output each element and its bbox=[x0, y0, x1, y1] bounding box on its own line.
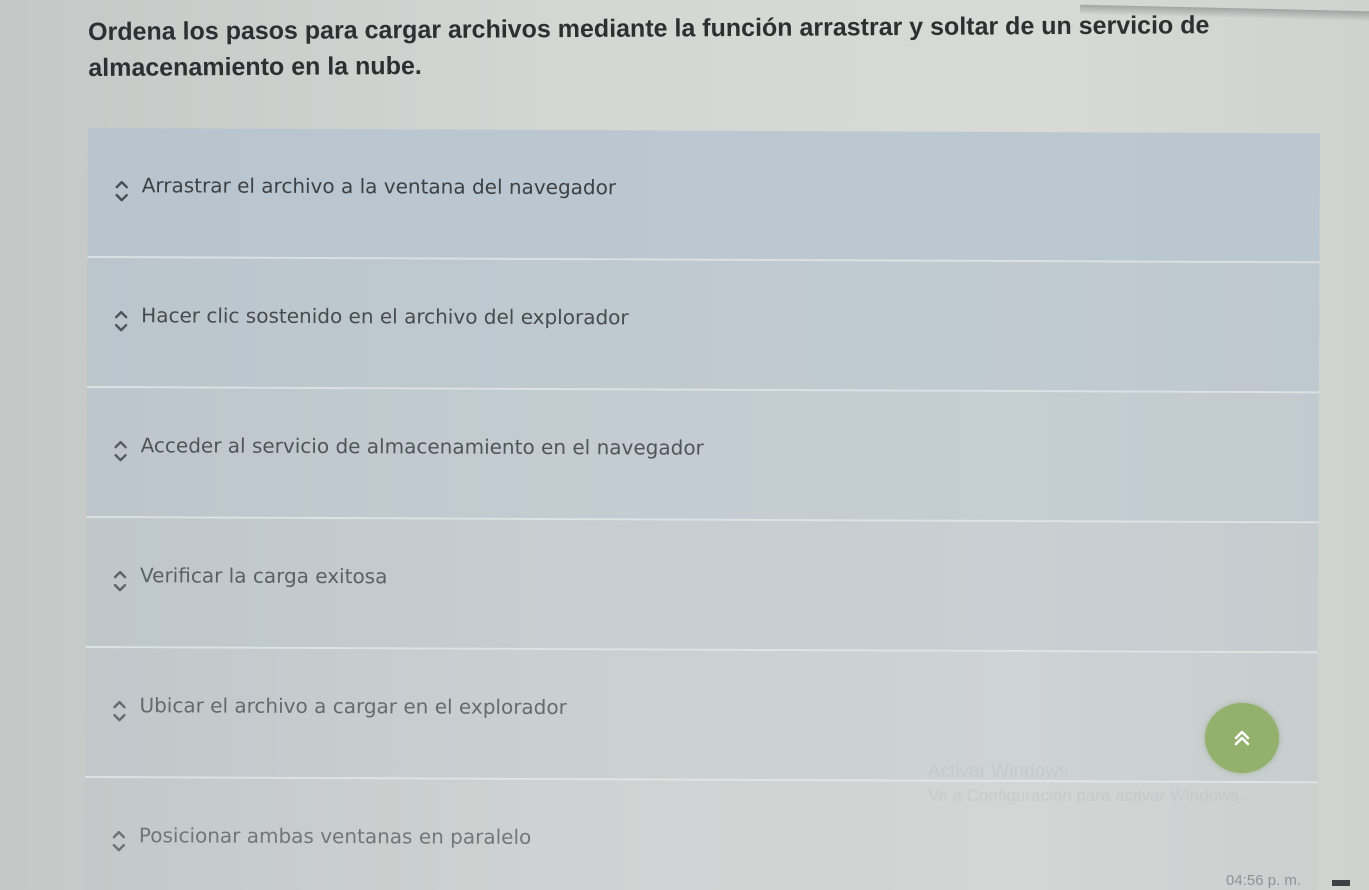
chevron-up-icon bbox=[114, 440, 127, 449]
move-up-button[interactable] bbox=[113, 438, 129, 450]
chevron-up-icon bbox=[114, 310, 128, 319]
chevron-down-icon bbox=[112, 843, 126, 852]
move-up-button[interactable] bbox=[113, 308, 129, 320]
move-down-button[interactable] bbox=[113, 452, 129, 464]
move-up-button[interactable] bbox=[111, 698, 127, 710]
scroll-to-top-button[interactable] bbox=[1205, 703, 1279, 773]
move-down-button[interactable] bbox=[114, 192, 130, 204]
chevron-down-icon bbox=[115, 193, 128, 202]
chevron-up-icon bbox=[113, 570, 127, 579]
move-up-button[interactable] bbox=[111, 828, 127, 840]
watermark-title: Activar Windows bbox=[928, 761, 1069, 782]
list-item[interactable]: Hacer clic sostenido en el archivo del e… bbox=[86, 257, 1320, 394]
reorder-arrows bbox=[113, 308, 129, 338]
chevron-down-icon bbox=[114, 453, 127, 462]
chevron-down-icon bbox=[113, 713, 126, 722]
reorder-arrows bbox=[111, 698, 127, 728]
list-item[interactable]: Verificar la carga exitosa bbox=[85, 517, 1319, 654]
chevron-down-icon bbox=[113, 583, 127, 592]
move-up-button[interactable] bbox=[112, 568, 128, 580]
item-label: Ubicar el archivo a cargar en el explora… bbox=[139, 693, 567, 720]
reorder-arrows bbox=[112, 568, 128, 598]
chevron-down-icon bbox=[114, 323, 128, 332]
chevron-up-icon bbox=[112, 830, 126, 839]
notification-icon[interactable] bbox=[1332, 880, 1350, 886]
question-text: Ordena los pasos para cargar archivos me… bbox=[88, 11, 1210, 82]
item-label: Hacer clic sostenido en el archivo del e… bbox=[141, 303, 629, 330]
watermark-subtitle: Ve a Configuración para activar Windows. bbox=[928, 786, 1244, 805]
move-down-button[interactable] bbox=[113, 322, 129, 334]
reorder-arrows bbox=[113, 438, 129, 468]
chevron-up-icon bbox=[113, 700, 126, 709]
reorder-arrows bbox=[114, 178, 130, 208]
chevron-up-icon bbox=[115, 180, 128, 189]
double-chevron-up-icon bbox=[1234, 730, 1250, 746]
item-label: Verificar la carga exitosa bbox=[139, 563, 388, 589]
taskbar-clock[interactable]: 04:56 p. m. bbox=[1226, 872, 1301, 889]
screen: Ordena los pasos para cargar archivos me… bbox=[0, 0, 1369, 890]
item-label: Posicionar ambas ventanas en paralelo bbox=[138, 823, 532, 849]
activation-watermark: Activar Windows Ve a Configuración para … bbox=[928, 760, 1244, 808]
move-up-button[interactable] bbox=[114, 178, 130, 190]
list-item[interactable]: Acceder al servicio de almacenamiento en… bbox=[86, 387, 1319, 524]
move-down-button[interactable] bbox=[111, 842, 127, 854]
item-label: Arrastrar el archivo a la ventana del na… bbox=[141, 173, 617, 200]
move-down-button[interactable] bbox=[111, 712, 127, 724]
reorder-arrows bbox=[111, 828, 127, 858]
list-item[interactable]: Arrastrar el archivo a la ventana del na… bbox=[87, 128, 1320, 264]
move-down-button[interactable] bbox=[112, 582, 128, 594]
item-label: Acceder al servicio de almacenamiento en… bbox=[140, 433, 704, 460]
